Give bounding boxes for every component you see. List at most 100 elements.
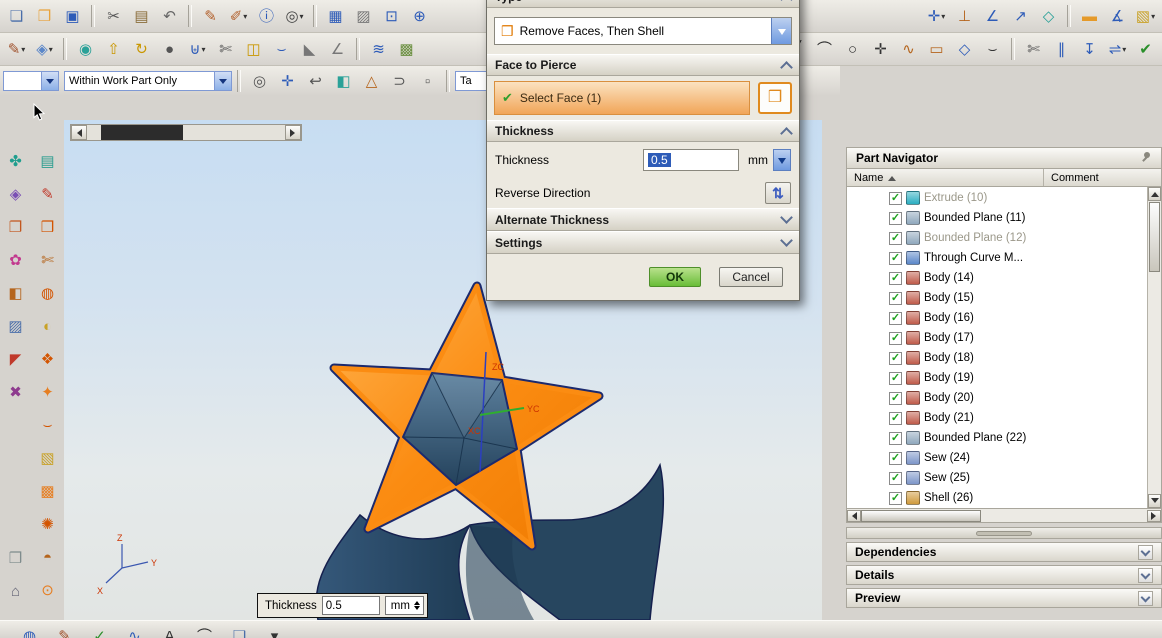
dialog-section-settings[interactable]: Settings xyxy=(487,231,799,254)
tree-item[interactable]: ✓ Body (17) xyxy=(847,328,1147,348)
open-icon[interactable]: ❒ xyxy=(31,3,58,30)
paste-icon[interactable]: ▤ xyxy=(128,3,155,30)
checkbox-checked[interactable]: ✓ xyxy=(889,391,902,405)
expand-panel-button[interactable] xyxy=(1138,590,1153,606)
panel-splitter[interactable] xyxy=(846,527,1162,539)
measure-angle-icon[interactable]: ∡ xyxy=(1104,3,1131,30)
onscreen-thickness-input[interactable]: 0.5 xyxy=(321,596,380,615)
tree-horizontal-scrollbar[interactable] xyxy=(846,509,1162,523)
expand-panel-button[interactable] xyxy=(1138,544,1153,560)
collapse-section-icon[interactable] xyxy=(780,126,793,140)
window-layout-icon[interactable]: ▦ xyxy=(322,3,349,30)
trimmed-sheet-icon[interactable]: ✄ xyxy=(34,247,61,274)
checkbox-checked[interactable]: ✓ xyxy=(889,211,902,225)
plane-icon[interactable]: ◇ xyxy=(1035,3,1062,30)
dialog-section-alternate-thickness[interactable]: Alternate Thickness xyxy=(487,208,799,231)
thickness-spinner-button[interactable] xyxy=(773,149,791,171)
fill-surface-icon[interactable]: ◍ xyxy=(34,280,61,307)
expand-panel-button[interactable] xyxy=(1138,567,1153,583)
thickness-input[interactable]: 0.5 xyxy=(643,149,739,171)
scroll-right-button[interactable] xyxy=(1147,509,1161,522)
studio-surface-icon[interactable]: ◧ xyxy=(2,280,29,307)
pin-icon[interactable] xyxy=(1140,151,1152,166)
splitter-handle[interactable] xyxy=(976,530,1032,536)
sheet-to-solid-icon[interactable]: ▧ xyxy=(34,445,61,472)
text-icon[interactable]: A xyxy=(156,623,183,638)
hatch-icon[interactable]: ▧ xyxy=(1132,3,1159,30)
delete-face-icon[interactable]: ✖ xyxy=(2,379,29,406)
checkbox-checked[interactable]: ✓ xyxy=(889,371,902,385)
column-header-name[interactable]: Name xyxy=(847,172,1043,184)
unite-icon[interactable]: ⊎ xyxy=(184,36,211,63)
sculpt-icon[interactable]: ✺ xyxy=(34,511,61,538)
measure-distance-icon[interactable]: ▬ xyxy=(1076,3,1103,30)
zoom-box-icon[interactable]: ⊡ xyxy=(378,3,405,30)
type-dropdown[interactable]: ❒ Remove Faces, Then Shell xyxy=(494,17,792,45)
tree-item[interactable]: ✓ Bounded Plane (11) xyxy=(847,208,1147,228)
annotate-icon[interactable]: ✎ xyxy=(51,623,78,638)
trim-body-icon[interactable]: ✄ xyxy=(212,36,239,63)
styled-blend-icon[interactable]: ✦ xyxy=(34,379,61,406)
verify-icon[interactable]: ✓ xyxy=(86,623,113,638)
offset-curve-icon[interactable]: ∥ xyxy=(1048,36,1075,63)
solid-face-filter-icon[interactable]: ◧ xyxy=(330,68,357,95)
checkbox-checked[interactable]: ✓ xyxy=(889,471,902,485)
shell-icon[interactable]: ◫ xyxy=(240,36,267,63)
visualization-icon[interactable]: ◎ xyxy=(281,3,308,30)
offset-surface-icon[interactable]: ❒ xyxy=(34,214,61,241)
checkbox-checked[interactable]: ✓ xyxy=(889,491,902,505)
global-shaping-icon[interactable]: ◓ xyxy=(34,544,61,571)
scroll-up-button[interactable] xyxy=(1148,187,1161,201)
soft-blend-icon[interactable]: ❖ xyxy=(34,346,61,373)
onscreen-unit-dropdown[interactable]: mm xyxy=(384,596,424,615)
snap-point-icon[interactable]: ✛ xyxy=(923,3,950,30)
scrollbar-thumb[interactable] xyxy=(861,509,981,522)
chamfer-icon[interactable]: ◣ xyxy=(296,36,323,63)
cylinder-icon[interactable]: ◉ xyxy=(72,36,99,63)
polygon-icon[interactable]: ◇ xyxy=(951,36,978,63)
tree-item[interactable]: ✓ Body (15) xyxy=(847,288,1147,308)
expand-section-icon[interactable] xyxy=(780,211,793,224)
new-icon[interactable]: ❏ xyxy=(3,3,30,30)
selection-filter-icon[interactable]: ◎ xyxy=(246,68,273,95)
face-selection-button[interactable]: ❒ xyxy=(758,82,792,114)
swept-icon[interactable]: ◈ xyxy=(2,181,29,208)
face-blend-icon[interactable]: ◐ xyxy=(34,313,61,340)
sketch-icon[interactable]: ✎ xyxy=(3,36,30,63)
tree-item[interactable]: ✓ Bounded Plane (12) xyxy=(847,228,1147,248)
through-curves-icon[interactable]: ✤ xyxy=(2,148,29,175)
spline-icon[interactable]: ∿ xyxy=(895,36,922,63)
scrollbar-thumb[interactable] xyxy=(1149,202,1160,272)
patch-icon[interactable]: ▩ xyxy=(393,36,420,63)
tree-item[interactable]: ✓ Shell (26) xyxy=(847,488,1147,508)
tree-item[interactable]: ✓ Through Curve M... xyxy=(847,248,1147,268)
cut-icon[interactable]: ✂ xyxy=(100,3,127,30)
previous-selection-icon[interactable]: ↩ xyxy=(302,68,329,95)
collapsed-panel-header[interactable]: Details xyxy=(846,565,1162,585)
lasso-icon[interactable]: ⊃ xyxy=(386,68,413,95)
quilt-icon[interactable]: ▩ xyxy=(34,478,61,505)
checkbox-checked[interactable]: ✓ xyxy=(889,191,902,205)
arc-icon[interactable]: ⌒ xyxy=(811,36,838,63)
section-surface-icon[interactable]: ▨ xyxy=(2,313,29,340)
revolve-icon[interactable]: ↻ xyxy=(128,36,155,63)
checkbox-checked[interactable]: ✓ xyxy=(889,271,902,285)
dialog-section-type[interactable]: Type xyxy=(487,0,799,8)
snapshot-icon[interactable]: ⌂ xyxy=(2,578,29,605)
checkbox-checked[interactable]: ✓ xyxy=(889,451,902,465)
sphere-display-icon[interactable]: ◍ xyxy=(16,623,43,638)
scroll-down-button[interactable] xyxy=(1148,494,1161,508)
extension-surface-icon[interactable]: ✎ xyxy=(34,181,61,208)
tree-item[interactable]: ✓ Body (16) xyxy=(847,308,1147,328)
collapsed-panel-header[interactable]: Dependencies xyxy=(846,542,1162,562)
checkbox-checked[interactable]: ✓ xyxy=(889,431,902,445)
more-icon[interactable]: ▾ xyxy=(261,623,288,638)
edge-blend-icon[interactable]: ⌣ xyxy=(268,36,295,63)
dialog-section-face-to-pierce[interactable]: Face to Pierce xyxy=(487,54,799,76)
general-selection-icon[interactable]: ✛ xyxy=(274,68,301,95)
curve-analysis-icon[interactable]: ∿ xyxy=(121,623,148,638)
tree-item[interactable]: ✓ Body (19) xyxy=(847,368,1147,388)
arc-analysis-icon[interactable]: ⌒ xyxy=(191,623,218,638)
checkbox-checked[interactable]: ✓ xyxy=(889,411,902,425)
type-dropdown-button[interactable] xyxy=(771,18,791,44)
